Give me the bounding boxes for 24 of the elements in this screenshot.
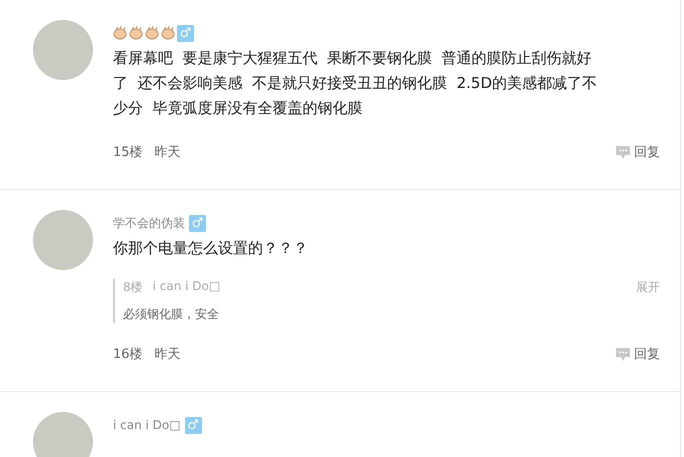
post-text: 你那个电量怎么设置的？？？ <box>113 238 309 259</box>
clapping-hands-icon <box>129 26 143 40</box>
expand-link[interactable]: 展开 <box>636 279 660 296</box>
reply-username[interactable]: i can i Do□ <box>152 279 220 296</box>
reply-text: 必须钢化膜，安全 <box>123 306 220 323</box>
reply-button[interactable]: 回复 <box>615 345 660 363</box>
reply-floor: 8楼 <box>123 279 143 296</box>
gender-badge: ♂ <box>189 214 206 232</box>
clapping-hands-icon <box>113 26 127 40</box>
username[interactable]: 学不会的伪装 <box>113 214 185 232</box>
clapping-hands-icon <box>161 26 175 40</box>
username[interactable]: i can i Do□ <box>113 418 181 432</box>
post-time: 昨天 <box>154 144 181 161</box>
floor-number: 15楼 <box>113 144 143 161</box>
post-text: 看屏幕吧 要是康宁大猩猩五代 果断不要钢化膜 普通的膜防止刮伤就好了 还不会影响美感 不是就只好接受丑丑的钢化膜 2.5D的美感都减了不少分 毕竟弧度屏没有全覆盖的钢化膜 <box>113 48 597 119</box>
post-time: 昨天 <box>154 346 181 363</box>
speech-bubble-icon <box>615 144 631 160</box>
clapping-hands-icon <box>145 26 159 40</box>
gender-badge: ♂ <box>177 24 194 42</box>
floor-number: 16楼 <box>113 346 143 363</box>
gender-badge: ♂ <box>184 416 202 434</box>
avatar-photo[interactable] <box>33 412 93 457</box>
reply-button[interactable]: 回复 <box>615 143 660 161</box>
speech-bubble-icon <box>615 346 631 362</box>
